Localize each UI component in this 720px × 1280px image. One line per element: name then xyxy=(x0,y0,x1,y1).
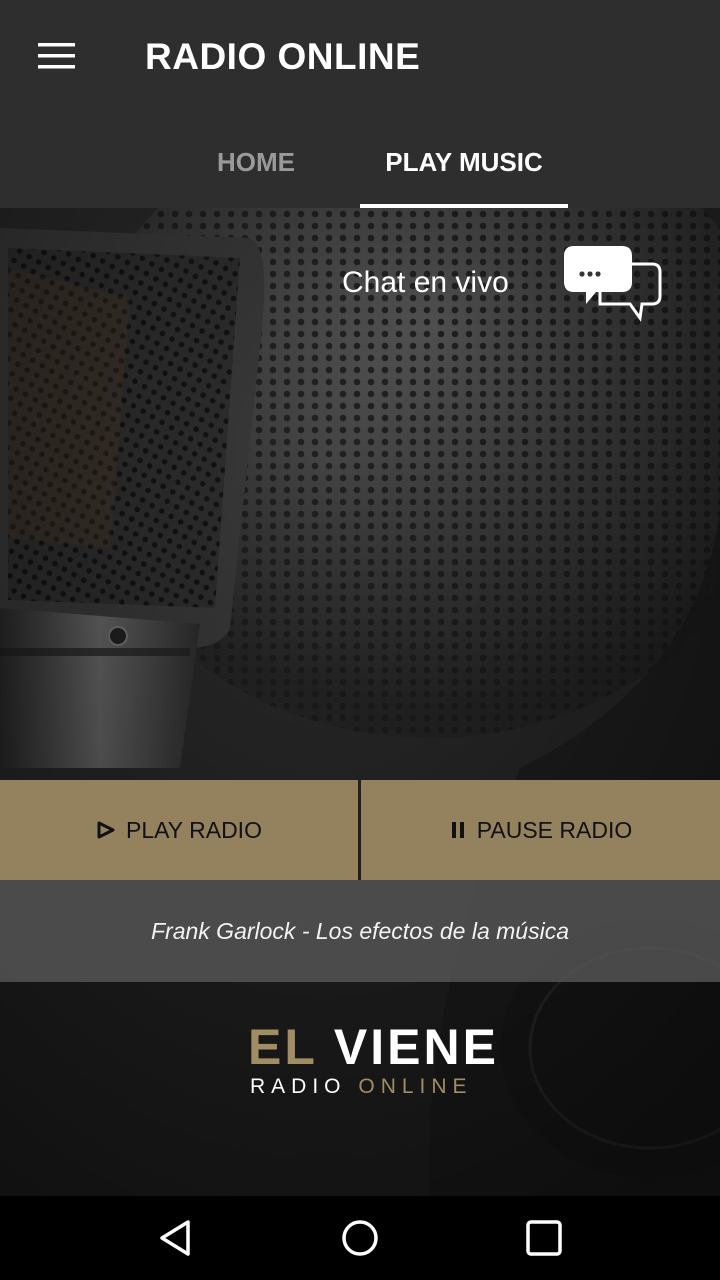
player-screen: Chat en vivo PLAY RADIO PAUSE RADIO Fran… xyxy=(0,208,720,1196)
now-playing-text: Frank Garlock - Los efectos de la música xyxy=(0,880,720,982)
tab-bar: HOME PLAY MUSIC xyxy=(0,116,720,208)
tab-home[interactable]: HOME xyxy=(152,116,360,208)
pause-radio-button[interactable]: PAUSE RADIO xyxy=(361,780,720,880)
logo-word-el: EL xyxy=(248,1019,317,1075)
logo-word-radio: RADIO xyxy=(250,1075,347,1098)
back-triangle-icon[interactable] xyxy=(152,1214,200,1262)
system-nav-bar xyxy=(0,1196,720,1280)
recents-square-icon[interactable] xyxy=(520,1214,568,1262)
app-bar: RADIO ONLINE xyxy=(0,0,720,116)
play-radio-button[interactable]: PLAY RADIO xyxy=(0,780,358,880)
pause-radio-label: PAUSE RADIO xyxy=(476,816,633,843)
logo-word-viene: VIENE xyxy=(333,1019,499,1075)
play-icon xyxy=(96,821,116,839)
chat-bubbles-icon[interactable] xyxy=(560,244,664,324)
home-circle-icon[interactable] xyxy=(336,1214,384,1262)
el-viene-logo: EL VIENE RADIO ONLINE xyxy=(248,1020,538,1100)
hamburger-menu-icon[interactable] xyxy=(30,34,82,78)
play-radio-label: PLAY RADIO xyxy=(126,816,262,843)
app-title: RADIO ONLINE xyxy=(145,36,421,77)
tab-play-music[interactable]: PLAY MUSIC xyxy=(360,116,568,208)
pause-icon xyxy=(449,821,467,839)
player-controls: PLAY RADIO PAUSE RADIO xyxy=(0,780,720,880)
chat-live-label[interactable]: Chat en vivo xyxy=(342,266,509,300)
logo-word-online: ONLINE xyxy=(358,1075,473,1098)
